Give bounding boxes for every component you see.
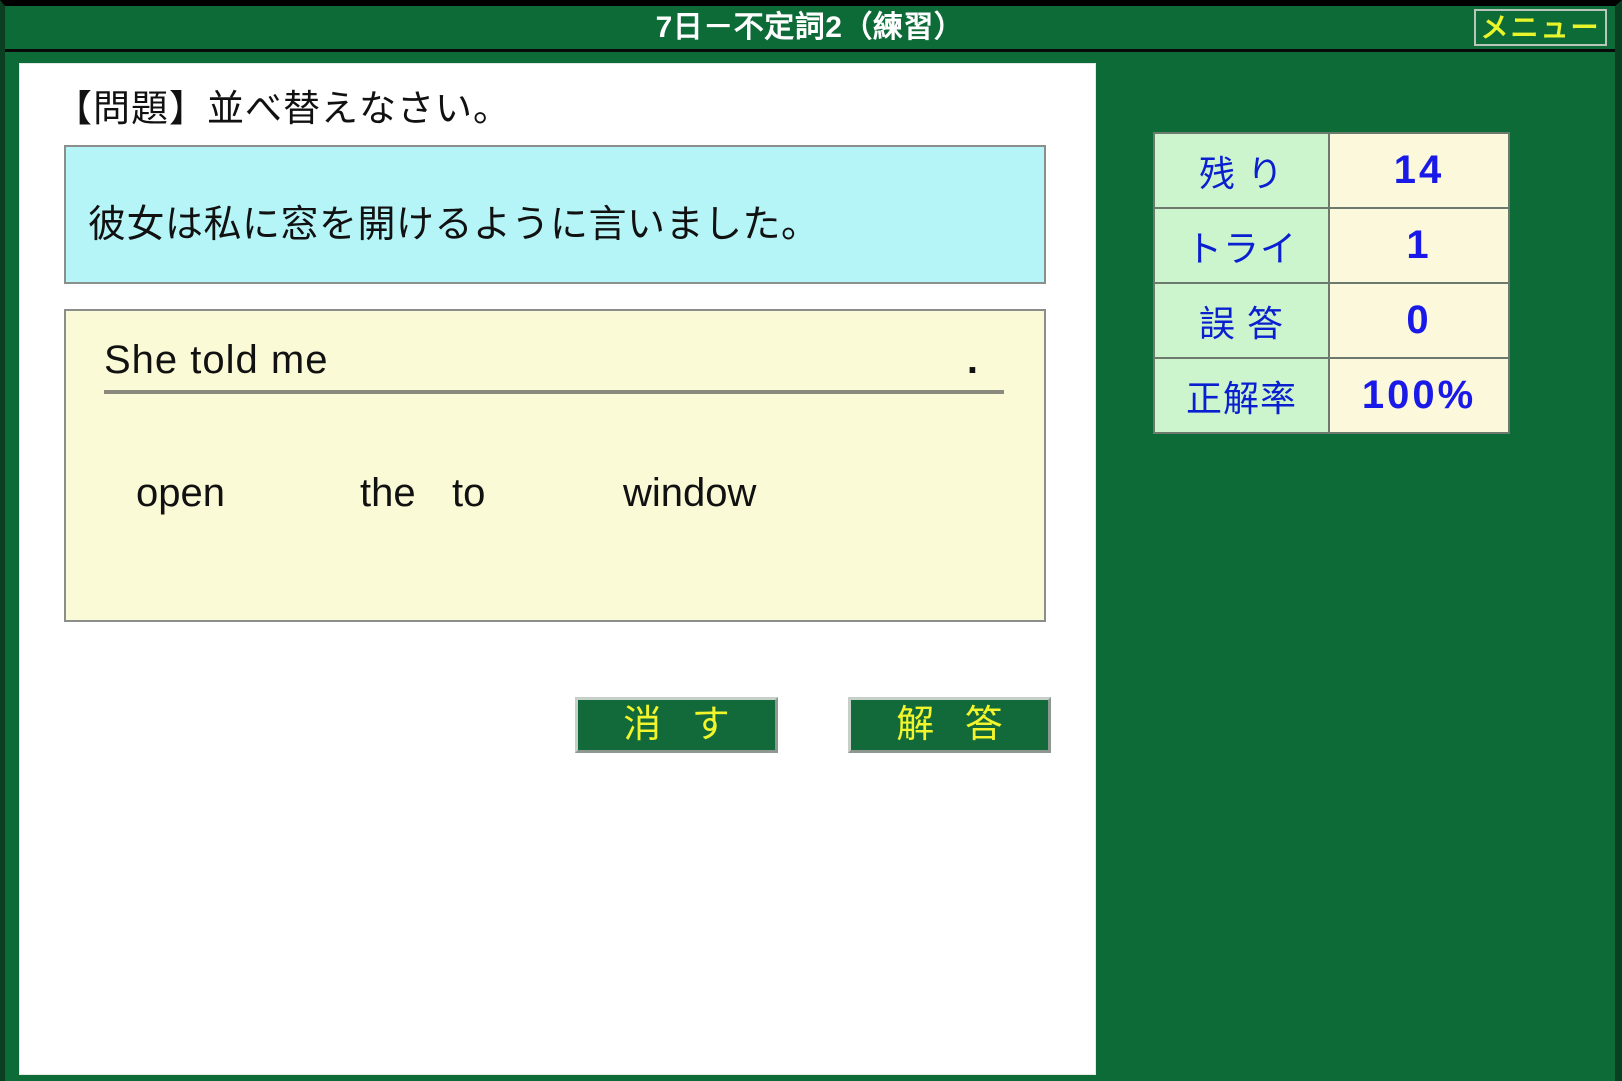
word-bank: open the to window (136, 471, 1016, 531)
table-row: 誤 答 0 (1153, 282, 1510, 359)
menu-button[interactable]: メニュー (1474, 9, 1607, 46)
app-window: 7日－不定詞2（練習） メニュー 【問題】並べ替えなさい。 彼女は私に窓を開ける… (0, 0, 1622, 1081)
stat-value-tries: 1 (1328, 207, 1510, 284)
content-panel: 【問題】並べ替えなさい。 彼女は私に窓を開けるように言いました。 She tol… (19, 63, 1096, 1075)
table-row: 正解率 100% (1153, 357, 1510, 434)
stat-value-wrong: 0 (1328, 282, 1510, 359)
answer-terminator: . (966, 338, 978, 382)
clear-button[interactable]: 消 す (575, 697, 778, 753)
instruction-text: 【問題】並べ替えなさい。 (55, 88, 511, 129)
answer-work-area[interactable]: She told me . open the to window (64, 309, 1046, 622)
stat-label-tries: トライ (1153, 207, 1330, 284)
stat-label-wrong: 誤 答 (1153, 282, 1330, 359)
page-title: 7日－不定詞2（練習） (655, 11, 965, 44)
word-bank-item-window[interactable]: window (623, 471, 756, 516)
answer-input-line[interactable]: She told me . (104, 338, 1004, 394)
answer-button[interactable]: 解 答 (848, 697, 1051, 753)
word-bank-item-open[interactable]: open (136, 471, 225, 516)
stat-label-accuracy: 正解率 (1153, 357, 1330, 434)
table-row: 残 り 14 (1153, 132, 1510, 209)
stat-value-remaining: 14 (1328, 132, 1510, 209)
stats-table: 残 り 14 トライ 1 誤 答 0 正解率 100% (1153, 132, 1510, 434)
word-bank-item-the[interactable]: the (360, 471, 416, 516)
stat-value-accuracy: 100% (1328, 357, 1510, 434)
answer-current-text: She told me (104, 338, 329, 382)
japanese-prompt-box: 彼女は私に窓を開けるように言いました。 (64, 145, 1046, 284)
japanese-sentence: 彼女は私に窓を開けるように言いました。 (88, 204, 820, 246)
word-bank-item-to[interactable]: to (452, 471, 485, 516)
table-row: トライ 1 (1153, 207, 1510, 284)
title-bar: 7日－不定詞2（練習） メニュー (5, 6, 1615, 52)
stat-label-remaining: 残 り (1153, 132, 1330, 209)
